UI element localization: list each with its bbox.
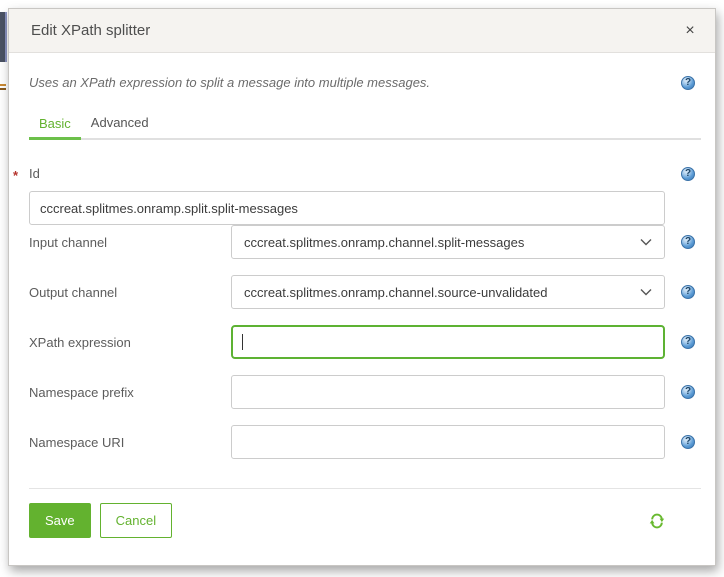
- namespace-uri-input[interactable]: [231, 425, 665, 459]
- dialog-description: Uses an XPath expression to split a mess…: [29, 75, 431, 90]
- required-asterisk: *: [13, 168, 19, 183]
- xpath-expression-label: XPath expression: [29, 334, 131, 350]
- id-input[interactable]: [29, 191, 665, 225]
- background-sidebar-edge: [0, 12, 7, 62]
- cancel-button[interactable]: Cancel: [99, 503, 173, 538]
- help-icon[interactable]: ?: [681, 435, 695, 449]
- close-icon[interactable]: ×: [675, 9, 705, 53]
- namespace-prefix-input[interactable]: [231, 375, 665, 409]
- dialog-title: Edit XPath splitter: [31, 22, 151, 39]
- help-icon[interactable]: ?: [681, 285, 695, 299]
- field-output-channel: Output channel cccreat.splitmes.onramp.c…: [29, 275, 701, 309]
- input-channel-select[interactable]: cccreat.splitmes.onramp.channel.split-me…: [231, 225, 665, 259]
- id-label: Id: [29, 166, 40, 181]
- chevron-down-icon: [640, 238, 652, 246]
- background-marker: [0, 84, 6, 86]
- xpath-expression-input[interactable]: [231, 325, 665, 359]
- refresh-icon: [649, 513, 665, 529]
- help-icon[interactable]: ?: [681, 75, 695, 90]
- footer-divider: [29, 488, 701, 489]
- namespace-prefix-label: Namespace prefix: [29, 384, 134, 400]
- text-caret: [242, 334, 243, 350]
- field-namespace-prefix: Namespace prefix ?: [29, 375, 701, 409]
- output-channel-value: cccreat.splitmes.onramp.channel.source-u…: [244, 284, 548, 300]
- help-icon[interactable]: ?: [681, 235, 695, 249]
- field-input-channel: Input channel cccreat.splitmes.onramp.ch…: [29, 225, 701, 259]
- chevron-down-icon: [640, 288, 652, 296]
- save-button[interactable]: Save: [29, 503, 91, 538]
- dialog-header: Edit XPath splitter ×: [9, 9, 715, 53]
- tab-basic[interactable]: Basic: [29, 108, 81, 140]
- output-channel-label: Output channel: [29, 284, 118, 300]
- tab-advanced[interactable]: Advanced: [81, 108, 159, 138]
- field-namespace-uri: Namespace URI ?: [29, 425, 701, 459]
- refresh-button[interactable]: [649, 513, 665, 529]
- help-icon[interactable]: ?: [681, 385, 695, 399]
- field-xpath-expression: XPath expression ?: [29, 325, 701, 359]
- help-icon[interactable]: ?: [681, 335, 695, 349]
- edit-xpath-splitter-dialog: Edit XPath splitter × Uses an XPath expr…: [8, 8, 716, 566]
- dialog-body: Uses an XPath expression to split a mess…: [9, 75, 715, 538]
- output-channel-select[interactable]: cccreat.splitmes.onramp.channel.source-u…: [231, 275, 665, 309]
- dialog-footer: Save Cancel: [29, 503, 701, 538]
- help-icon[interactable]: ?: [681, 166, 695, 181]
- field-id: * Id ?: [13, 166, 701, 225]
- input-channel-value: cccreat.splitmes.onramp.channel.split-me…: [244, 234, 525, 250]
- namespace-uri-label: Namespace URI: [29, 434, 125, 450]
- tab-bar: Basic Advanced: [29, 108, 701, 140]
- input-channel-label: Input channel: [29, 234, 108, 250]
- description-row: Uses an XPath expression to split a mess…: [29, 75, 701, 90]
- background-marker: [0, 88, 6, 90]
